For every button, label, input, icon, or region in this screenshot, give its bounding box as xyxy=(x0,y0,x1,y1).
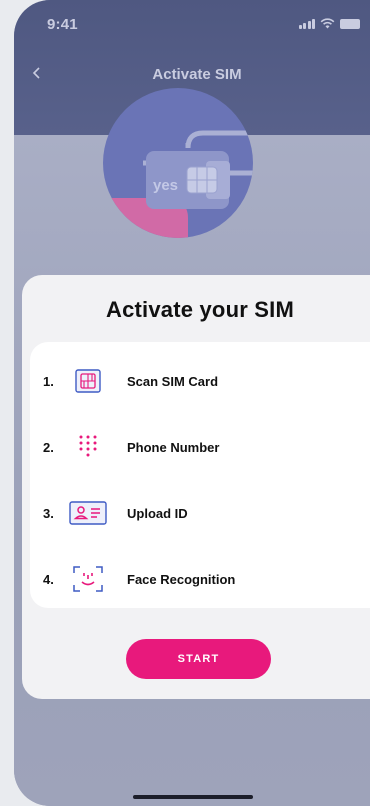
battery-icon xyxy=(340,18,360,29)
steps-list: 1. Scan SIM Card 2. Phone Number 3. Uplo… xyxy=(30,342,370,608)
activation-card: Activate your SIM 1. Scan SIM Card 2. Ph… xyxy=(22,275,370,699)
step-number: 4. xyxy=(43,571,54,587)
step-label: Upload ID xyxy=(127,505,188,521)
id-card-icon xyxy=(68,497,108,529)
step-label: Scan SIM Card xyxy=(127,373,219,389)
sim-illustration: yes xyxy=(103,88,253,238)
face-scan-icon xyxy=(68,563,108,595)
status-icons xyxy=(298,18,360,29)
hero-illustration: yes xyxy=(103,88,253,238)
step-upload-id[interactable]: 3. Upload ID xyxy=(30,493,370,533)
keypad-icon xyxy=(68,431,108,463)
step-label: Face Recognition xyxy=(127,571,236,587)
brand-text: yes xyxy=(153,177,178,194)
wifi-icon xyxy=(320,18,335,29)
step-number: 2. xyxy=(43,439,54,455)
step-number: 1. xyxy=(43,373,54,389)
home-indicator xyxy=(133,795,253,799)
status-time: 9:41 xyxy=(47,16,78,33)
sim-card-icon xyxy=(68,365,108,397)
card-title: Activate your SIM xyxy=(105,297,294,322)
signal-icon xyxy=(298,18,315,29)
step-phone-number[interactable]: 2. Phone Number xyxy=(30,427,370,467)
step-face-recognition[interactable]: 4. Face Recognition xyxy=(30,559,370,599)
step-scan-sim[interactable]: 1. Scan SIM Card xyxy=(30,361,370,401)
start-button[interactable]: START xyxy=(126,639,271,679)
page-title: Activate SIM xyxy=(152,66,242,83)
step-label: Phone Number xyxy=(127,439,220,455)
step-number: 3. xyxy=(43,505,54,521)
